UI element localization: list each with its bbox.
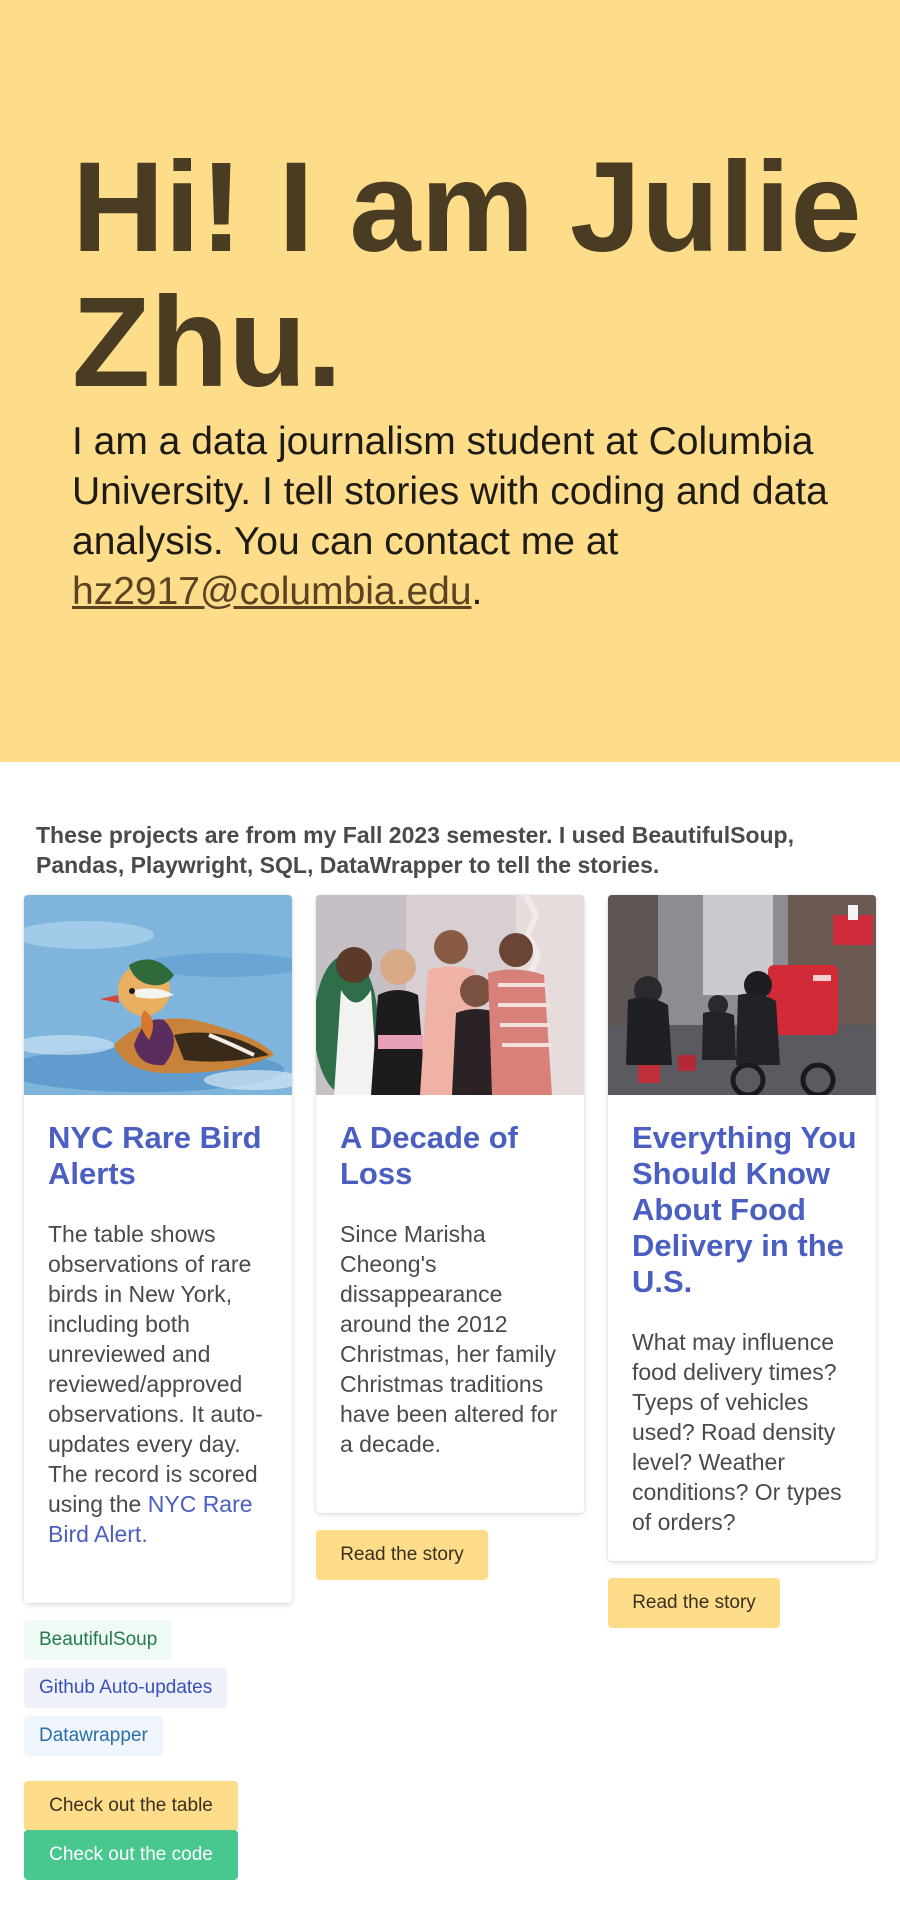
read-story-button-food-delivery[interactable]: Read the story	[608, 1578, 780, 1628]
card-description: What may influence food delivery times? …	[632, 1329, 842, 1535]
project-card-bird-alerts: NYC Rare Bird Alerts The table shows obs…	[24, 895, 292, 1603]
tag-github-auto-updates: Github Auto-updates	[24, 1668, 228, 1708]
food-delivery-image	[608, 895, 876, 1095]
card-description: Since Marisha Cheong's dissappearance ar…	[340, 1221, 558, 1457]
check-out-code-button[interactable]: Check out the code	[24, 1830, 238, 1880]
check-out-table-button[interactable]: Check out the table	[24, 1781, 238, 1831]
card-title: NYC Rare Bird Alerts	[48, 1120, 262, 1191]
card-description-text: The table shows observations of rare bir…	[48, 1221, 263, 1517]
project-card-decade-of-loss: A Decade of Loss Since Marisha Cheong's …	[316, 895, 584, 1513]
read-story-button-decade[interactable]: Read the story	[316, 1530, 488, 1580]
card-title: A Decade of Loss	[340, 1120, 519, 1191]
hero-section: Hi! I am Julie Zhu. I am a data journali…	[0, 0, 900, 762]
family-photo-image	[316, 895, 584, 1095]
mandarin-duck-image	[24, 895, 292, 1095]
hero-intro-end: .	[471, 570, 483, 613]
hero-intro: I am a data journalism student at Columb…	[72, 417, 842, 617]
hero-intro-text: I am a data journalism student at Columb…	[72, 420, 828, 563]
card-description: The table shows observations of rare bir…	[48, 1219, 273, 1549]
project-card-food-delivery: Everything You Should Know About Food De…	[608, 895, 876, 1561]
projects-intro: These projects are from my Fall 2023 sem…	[36, 822, 795, 878]
hero-title: Hi! I am Julie Zhu.	[72, 136, 862, 414]
email-link[interactable]: hz2917@columbia.edu	[72, 570, 472, 613]
tag-datawrapper: Datawrapper	[24, 1716, 163, 1756]
tag-beautifulsoup: BeautifulSoup	[24, 1620, 173, 1660]
card-title: Everything You Should Know About Food De…	[632, 1120, 857, 1299]
